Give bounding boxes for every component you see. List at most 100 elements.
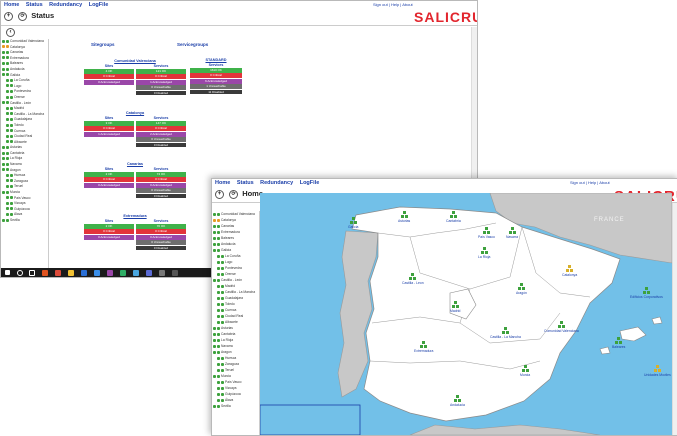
app-icon[interactable]	[120, 270, 126, 276]
refresh-icon[interactable]: ⟳	[229, 189, 239, 199]
start-icon[interactable]	[5, 270, 10, 275]
region-marker[interactable]: Aragón	[516, 283, 527, 295]
services-status-cell[interactable]: 0 Unreachable	[136, 85, 186, 90]
app-icon[interactable]	[133, 270, 139, 276]
sites-status-cell[interactable]: 0 Acknowledged	[84, 182, 134, 188]
menu-status[interactable]: Status	[237, 180, 254, 186]
region-marker[interactable]: Castilla - Leon	[402, 273, 424, 285]
sites-status-cell[interactable]: 0 Critical	[84, 74, 134, 80]
region-marker[interactable]: Catalonya	[562, 265, 577, 277]
refresh-icon[interactable]: ⟳	[18, 11, 28, 21]
services-status-cell[interactable]: 0 Disabled	[136, 142, 186, 148]
services-status-cell[interactable]: 2 Acknowledged	[136, 131, 186, 137]
menu-redundancy[interactable]: Redundancy	[49, 2, 82, 8]
services-status-cell[interactable]: 0 Disabled	[136, 245, 186, 251]
firefox-icon[interactable]	[42, 270, 48, 276]
region-marker[interactable]: Comunidad Valenciana	[544, 321, 579, 333]
mail-icon[interactable]	[81, 270, 87, 276]
menu-logfile[interactable]: LogFile	[89, 2, 109, 8]
region-marker[interactable]: Asturias	[398, 211, 410, 223]
task-view-icon[interactable]	[29, 270, 35, 276]
sites-status-cell[interactable]: 1 Acknowledged	[84, 131, 134, 137]
services-status-cell[interactable]: 0 Critical	[136, 126, 186, 132]
services-status-cell[interactable]: 121 OK	[136, 69, 186, 74]
region-marker[interactable]: Castilla - La Mancha	[490, 327, 521, 339]
account-links[interactable]: Sign out | Help | About	[373, 2, 413, 7]
account-links[interactable]: Sign out | Help | About	[570, 180, 610, 185]
region-marker[interactable]: Navarra	[506, 227, 518, 239]
region-marker[interactable]: Baleares	[612, 337, 625, 349]
sites-status-cell[interactable]: 0 Acknowledged	[84, 234, 134, 240]
menu-status[interactable]: Status	[26, 2, 43, 8]
app-icon[interactable]	[94, 270, 100, 276]
services-status-cell[interactable]: 0 Unreachable	[136, 188, 186, 193]
services-status-cell[interactable]: 0 Acknowledged	[136, 182, 186, 188]
sites-status-cell[interactable]: 4 OK	[84, 69, 134, 74]
sites-status-cell[interactable]: 2 OK	[84, 172, 134, 177]
services-status-cell[interactable]: 0 Critical	[136, 229, 186, 235]
status-dot-icon	[221, 368, 224, 372]
services-status-cell[interactable]: 0 Acknowledged	[136, 234, 186, 240]
services-status-cell[interactable]: 1 Unreachable	[190, 84, 242, 89]
region-marker[interactable]: País Vasco	[478, 227, 495, 239]
app-icon[interactable]	[172, 270, 178, 276]
sites-status-cell[interactable]: 0 Critical	[84, 229, 134, 235]
home-nav-icon[interactable]: +	[215, 189, 224, 199]
folder-icon[interactable]	[68, 270, 74, 276]
status-dot-icon	[221, 290, 224, 294]
chrome-icon[interactable]	[55, 270, 61, 276]
region-marker[interactable]: La Rioja	[478, 247, 490, 259]
search-icon[interactable]	[17, 270, 23, 276]
status-row: 0 Disabled	[84, 142, 186, 148]
region-marker[interactable]: Murcia	[520, 365, 530, 377]
sites-status-cell[interactable]: 0 Acknowledged	[84, 79, 134, 85]
app-icon[interactable]	[159, 270, 165, 276]
region-marker[interactable]: Andalucia	[450, 395, 465, 407]
sites-status-cell[interactable]: 0 Critical	[84, 177, 134, 183]
sites-status-cell[interactable]: 2 OK	[84, 224, 134, 229]
sidebar-item-label: Orense	[225, 272, 236, 276]
status-row: 0 Acknowledged 0 Acknowledged	[84, 182, 186, 188]
region-marker[interactable]: Cantabria	[446, 211, 461, 223]
menorca-island	[651, 316, 663, 325]
canarias-inset[interactable]	[260, 404, 361, 435]
sites-status-cell[interactable]: 3 OK	[84, 121, 134, 126]
sidebar-item-label: Aragon	[221, 350, 232, 354]
menu-home[interactable]: Home	[4, 2, 19, 8]
status-dot-icon	[10, 89, 13, 93]
region-marker[interactable]: Unidades Moviles	[644, 365, 671, 377]
region-marker[interactable]: Extremadura	[414, 341, 433, 353]
status-dot-icon	[213, 332, 216, 336]
services-status-cell[interactable]: 0 Unreachable	[136, 137, 186, 142]
services-status-cell[interactable]: 147 OK	[136, 121, 186, 126]
sidebar-item[interactable]: Sevilla	[1, 218, 48, 224]
back-icon[interactable]: ‹	[6, 27, 15, 37]
sidebar-item-label: Pontevedra	[14, 89, 31, 94]
services-status-cell[interactable]: 0 Disabled	[136, 90, 186, 96]
region-marker[interactable]: Galicia	[348, 217, 358, 229]
sites-status-cell[interactable]: 0 Critical	[84, 126, 134, 132]
services-status-cell[interactable]: 0 Disabled	[136, 193, 186, 199]
services-status-cell[interactable]: 6 Acknowledged	[190, 78, 242, 84]
status-dot-icon	[217, 254, 220, 258]
services-status-cell[interactable]: 1 Acknowledged	[136, 79, 186, 85]
app-icon[interactable]	[146, 270, 152, 276]
menu-logfile[interactable]: LogFile	[300, 180, 320, 186]
services-status-cell[interactable]: 0 Critical	[190, 73, 242, 79]
home-nav-icon[interactable]: +	[4, 11, 13, 21]
sidebar-item[interactable]: Sevilla	[212, 403, 259, 409]
services-status-cell[interactable]: 74 OK	[136, 172, 186, 177]
page-title: Status	[31, 11, 55, 20]
services-status-cell[interactable]: 0 Unreachable	[136, 240, 186, 245]
region-marker[interactable]: Madrid	[450, 301, 460, 313]
services-status-cell[interactable]: 0 Critical	[136, 74, 186, 80]
scrollbar[interactable]	[672, 203, 677, 435]
app-icon[interactable]	[107, 270, 113, 276]
services-status-cell[interactable]: 0 Critical	[136, 177, 186, 183]
services-status-cell[interactable]: 1610 OK	[190, 68, 242, 73]
services-status-cell[interactable]: 11 Disabled	[190, 89, 242, 95]
menu-redundancy[interactable]: Redundancy	[260, 180, 293, 186]
services-status-cell[interactable]: 70 OK	[136, 224, 186, 229]
region-marker[interactable]: Edificios Corporativos	[630, 287, 663, 299]
menu-home[interactable]: Home	[215, 180, 230, 186]
